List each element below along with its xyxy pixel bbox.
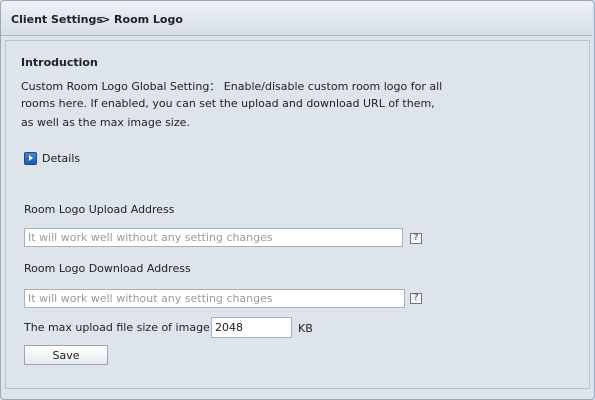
- question-mark-icon[interactable]: ?: [410, 293, 422, 304]
- intro-text-line: Custom Room Logo Global Setting： Enable/…: [21, 80, 443, 93]
- upload-address-input[interactable]: [24, 228, 403, 247]
- download-address-label: Room Logo Download Address: [24, 262, 191, 275]
- details-toggle[interactable]: Details: [24, 152, 80, 165]
- download-address-input[interactable]: [24, 289, 405, 308]
- breadcrumb-room-logo: > Room Logo: [101, 13, 183, 26]
- breadcrumb-client-settings[interactable]: Client Settings: [11, 13, 103, 26]
- intro-text-line: rooms here. If enabled, you can set the …: [21, 97, 435, 110]
- save-button[interactable]: Save: [24, 345, 108, 365]
- size-unit-label: KB: [298, 322, 313, 335]
- breadcrumb: Client Settings > Room Logo: [1, 1, 592, 36]
- intro-text-line: as well as the max image size.: [21, 116, 190, 129]
- question-mark-icon[interactable]: ?: [410, 233, 422, 244]
- upload-address-label: Room Logo Upload Address: [24, 203, 175, 216]
- play-arrow-icon: [24, 152, 37, 165]
- max-size-input[interactable]: [211, 317, 292, 338]
- details-label: Details: [42, 152, 81, 165]
- introduction-heading: Introduction: [21, 56, 98, 69]
- max-size-label: The max upload file size of image: [24, 321, 210, 334]
